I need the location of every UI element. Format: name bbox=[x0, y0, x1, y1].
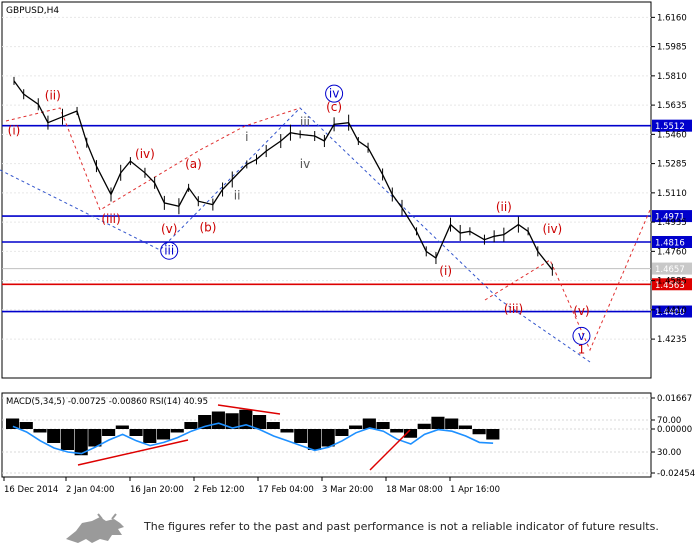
indicator-tick-label: -0.02454 bbox=[657, 469, 695, 479]
macd-bar bbox=[445, 418, 459, 429]
price-tick-label: 1.4410 bbox=[657, 306, 687, 316]
macd-bar bbox=[321, 429, 335, 447]
indicator-y-axis: 0.0166770.000.0000030.00-0.02454 bbox=[651, 394, 695, 479]
time-tick-label: 2 Feb 12:00 bbox=[194, 485, 244, 495]
macd-bar bbox=[458, 425, 472, 429]
macd-bar bbox=[266, 422, 280, 429]
wave-label-(i): (i) bbox=[8, 123, 21, 137]
macd-bar bbox=[307, 429, 322, 450]
macd-bar bbox=[88, 429, 102, 447]
macd-bar bbox=[486, 429, 500, 440]
macd-bar bbox=[170, 429, 184, 433]
price-tick-label: 1.5110 bbox=[657, 189, 687, 199]
macd-bar bbox=[349, 425, 363, 429]
wave-label-ii: ii bbox=[234, 189, 241, 203]
wave-label-(ii): (ii) bbox=[45, 88, 61, 102]
indicator-title: MACD(5,34,5) -0.00725 -0.00860 RSI(14) 4… bbox=[6, 397, 208, 407]
price-tick-label: 1.4585 bbox=[657, 277, 687, 287]
wave-label-(i): (i) bbox=[439, 264, 452, 278]
macd-bar bbox=[184, 422, 198, 429]
macd-bar bbox=[211, 411, 225, 429]
macd-bar bbox=[143, 429, 157, 443]
macd-bar bbox=[376, 422, 390, 429]
macd-bar bbox=[335, 429, 349, 436]
price-tick-label: 1.5285 bbox=[657, 160, 687, 170]
price-tick-label: 1.5460 bbox=[657, 130, 687, 140]
macd-bar bbox=[294, 429, 308, 443]
macd-bar bbox=[102, 429, 116, 436]
price-tick-label: 1.4935 bbox=[657, 218, 687, 228]
price-tick-label: 1.5810 bbox=[657, 72, 687, 82]
indicator-tick-label: 0.00000 bbox=[657, 425, 692, 435]
wave-label-i: i bbox=[245, 130, 248, 144]
time-tick-label: 3 Mar 20:00 bbox=[322, 485, 373, 495]
macd-bar bbox=[115, 425, 129, 429]
wave-label-(v): (v) bbox=[573, 304, 589, 318]
macd-bar bbox=[33, 429, 47, 433]
time-tick-label: 18 Mar 08:00 bbox=[386, 485, 443, 495]
macd-bar bbox=[129, 429, 143, 436]
time-tick-label: 16 Jan 20:00 bbox=[130, 485, 184, 495]
wave-label-iv: iv bbox=[329, 87, 339, 101]
price-tick-label: 1.6160 bbox=[657, 13, 687, 23]
macd-bar bbox=[253, 415, 267, 429]
time-tick-label: 16 Dec 2014 bbox=[4, 485, 58, 495]
price-tick-label: 1.4235 bbox=[657, 335, 687, 345]
price-panel: 1.55121.49711.48161.46571.45631.4400 (i)… bbox=[0, 1, 692, 379]
wave-label-(iii): (iii) bbox=[504, 302, 523, 316]
wave-label-iv: iv bbox=[300, 157, 310, 171]
macd-bar bbox=[47, 429, 61, 443]
price-panel-frame bbox=[1, 1, 652, 379]
macd-bar bbox=[280, 429, 294, 433]
time-axis: 16 Dec 2014 2 Jan 04:00 16 Jan 20:00 2 Feb … bbox=[3, 477, 500, 495]
indicator-tick-label: 0.01667 bbox=[657, 394, 692, 404]
macd-bar bbox=[60, 429, 75, 450]
wave-label-(iv): (iv) bbox=[542, 222, 562, 236]
wave-label-(iii): (iii) bbox=[101, 212, 120, 226]
macd-bar bbox=[417, 423, 431, 429]
disclaimer-text: The figures refer to the past and past p… bbox=[144, 520, 659, 533]
chart-canvas: 1.55121.49711.48161.46571.45631.4400 (i)… bbox=[0, 1, 695, 495]
price-tick-label: 1.5985 bbox=[657, 43, 687, 53]
wave-label-iii: iii bbox=[300, 115, 310, 129]
time-tick-label: 2 Jan 04:00 bbox=[66, 485, 114, 495]
macd-bar bbox=[390, 429, 404, 433]
macd-bar bbox=[472, 429, 486, 435]
macd-bar bbox=[156, 429, 171, 440]
time-tick-label: 17 Feb 04:00 bbox=[258, 485, 314, 495]
price-tick-label: 1.5635 bbox=[657, 101, 687, 111]
footer: The figures refer to the past and past p… bbox=[0, 505, 700, 552]
price-y-axis: 1.6160 1.5985 1.5810 1.5635 1.5460 1.5285 1.51… bbox=[651, 13, 687, 345]
wave-label-iii: iii bbox=[164, 244, 174, 258]
price-tick-label: 1.4760 bbox=[657, 247, 687, 257]
chart-title: GBPUSD,H4 bbox=[6, 6, 59, 16]
time-tick-label: 1 Apr 16:00 bbox=[450, 485, 500, 495]
indicator-tick-label: 30.00 bbox=[657, 448, 681, 458]
wave-label-(ii): (ii) bbox=[496, 200, 512, 214]
bull-logo-icon bbox=[66, 513, 124, 543]
level-label-1.4657: 1.4657 bbox=[655, 265, 685, 275]
wave-label-(a): (a) bbox=[185, 157, 202, 171]
macd-bar bbox=[431, 416, 445, 429]
wave-label-(iv): (iv) bbox=[135, 147, 155, 161]
wave-label-(v): (v) bbox=[161, 222, 177, 236]
macd-bar bbox=[19, 422, 33, 429]
wave-label-(b): (b) bbox=[200, 220, 217, 234]
indicator-panel: 0.0166770.000.0000030.00-0.02454 MACD(5,… bbox=[1, 392, 695, 479]
wave-label-v: v bbox=[578, 329, 585, 343]
